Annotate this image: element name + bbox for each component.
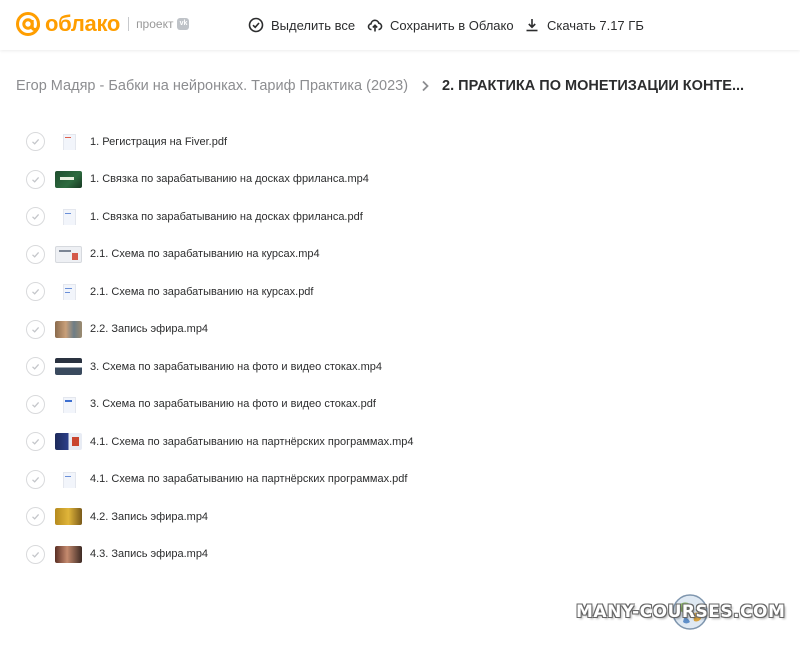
pdf-thumbnail <box>55 133 82 150</box>
file-row[interactable]: 4.2. Запись эфира.mp4 <box>0 498 800 535</box>
logo-text: облако <box>45 11 121 36</box>
download-icon <box>526 19 538 32</box>
check-icon <box>32 176 40 183</box>
file-row[interactable]: 2.1. Схема по зарабатыванию на курсах.pd… <box>0 273 800 310</box>
select-checkbox[interactable] <box>26 132 45 151</box>
select-checkbox[interactable] <box>26 469 45 489</box>
file-name: 3. Схема по зарабатыванию на фото и виде… <box>90 398 376 410</box>
check-icon <box>32 251 40 258</box>
video-thumbnail <box>55 545 82 563</box>
vk-icon: vk <box>177 18 190 30</box>
file-row[interactable]: 3. Схема по зарабатыванию на фото и виде… <box>0 386 800 423</box>
select-checkbox[interactable] <box>26 507 45 526</box>
breadcrumb: Егор Мадяр - Бабки на нейронках. Тариф П… <box>16 78 744 94</box>
pdf-thumbnail <box>55 208 82 225</box>
check-icon <box>32 513 40 520</box>
file-row[interactable]: 4.3. Запись эфира.mp4 <box>0 536 800 573</box>
select-checkbox[interactable] <box>26 244 45 264</box>
download-button[interactable]: Скачать 7.17 ГБ <box>524 17 644 33</box>
select-checkbox[interactable] <box>26 319 45 339</box>
file-name: 4.1. Схема по зарабатыванию на партнёрск… <box>90 435 414 448</box>
file-name: 1. Связка по зарабатыванию на досках фри… <box>90 210 363 223</box>
file-name: 2.1. Схема по зарабатыванию на курсах.pd… <box>90 285 314 298</box>
select-all-button[interactable]: Выделить все <box>248 17 355 33</box>
file-row[interactable]: 2.2. Запись эфира.mp4 <box>0 311 800 348</box>
pdf-thumbnail <box>55 395 82 413</box>
pdf-thumbnail <box>55 283 82 300</box>
video-thumbnail <box>55 508 82 525</box>
save-to-cloud-button[interactable]: Сохранить в Облако <box>367 17 514 33</box>
video-thumbnail <box>55 245 82 263</box>
select-checkbox[interactable] <box>26 207 45 226</box>
select-checkbox[interactable] <box>26 544 45 564</box>
file-row[interactable]: 3. Схема по зарабатыванию на фото и виде… <box>0 348 800 385</box>
file-name: 1. Связка по зарабатыванию на досках фри… <box>90 173 369 185</box>
video-thumbnail <box>55 170 82 188</box>
file-name: 2.1. Схема по зарабатыванию на курсах.mp… <box>90 248 320 260</box>
file-name: 2.2. Запись эфира.mp4 <box>90 323 209 335</box>
check-icon <box>32 401 40 408</box>
file-row[interactable]: 1. Регистрация на Fiver.pdf <box>0 123 800 160</box>
file-name: 4.3. Запись эфира.mp4 <box>90 548 209 560</box>
select-checkbox[interactable] <box>26 282 45 301</box>
cloud-upload-icon <box>367 19 383 32</box>
select-all-label: Выделить все <box>271 17 356 33</box>
check-icon <box>32 326 40 333</box>
logo-subtitle: проект <box>136 17 174 31</box>
video-thumbnail <box>55 433 82 450</box>
check-icon <box>32 438 40 445</box>
breadcrumb-parent-link[interactable]: Егор Мадяр - Бабки на нейронках. Тариф П… <box>16 78 408 94</box>
check-circle-icon <box>248 17 264 33</box>
download-label: Скачать 7.17 ГБ <box>547 17 644 33</box>
file-name: 4.2. Запись эфира.mp4 <box>90 510 209 523</box>
save-to-cloud-label: Сохранить в Облако <box>390 17 514 33</box>
check-icon <box>32 288 40 295</box>
chevron-right-icon <box>422 80 429 92</box>
file-name: 4.1. Схема по зарабатыванию на партнёрск… <box>90 473 408 485</box>
file-name: 3. Схема по зарабатыванию на фото и виде… <box>90 360 382 373</box>
file-row[interactable]: 1. Связка по зарабатыванию на досках фри… <box>0 198 800 235</box>
video-thumbnail <box>55 358 82 375</box>
file-row[interactable]: 4.1. Схема по зарабатыванию на партнёрск… <box>0 423 800 460</box>
watermark: MANY-COURSES.COM <box>576 602 786 622</box>
select-checkbox[interactable] <box>26 357 45 376</box>
video-thumbnail <box>55 320 82 338</box>
select-checkbox[interactable] <box>26 394 45 414</box>
check-icon <box>32 213 40 220</box>
check-icon <box>32 138 40 145</box>
breadcrumb-current: 2. ПРАКТИКА ПО МОНЕТИЗАЦИИ КОНТЕ... <box>442 78 745 94</box>
select-checkbox[interactable] <box>26 432 45 451</box>
file-row[interactable]: 1. Связка по зарабатыванию на досках фри… <box>0 161 800 198</box>
file-row[interactable]: 2.1. Схема по зарабатыванию на курсах.mp… <box>0 236 800 273</box>
check-icon <box>32 363 40 370</box>
file-name: 1. Регистрация на Fiver.pdf <box>90 135 228 148</box>
select-checkbox[interactable] <box>26 169 45 189</box>
check-icon <box>32 551 40 558</box>
check-icon <box>32 476 40 483</box>
cloud-logo[interactable]: облако проект vk <box>15 11 190 37</box>
top-bar: облако проект vk Выделить все Сохранить … <box>0 0 800 50</box>
file-row[interactable]: 4.1. Схема по зарабатыванию на партнёрск… <box>0 461 800 498</box>
pdf-thumbnail <box>55 470 82 488</box>
at-sign-logo-icon <box>16 12 40 36</box>
logo-divider <box>128 17 130 31</box>
